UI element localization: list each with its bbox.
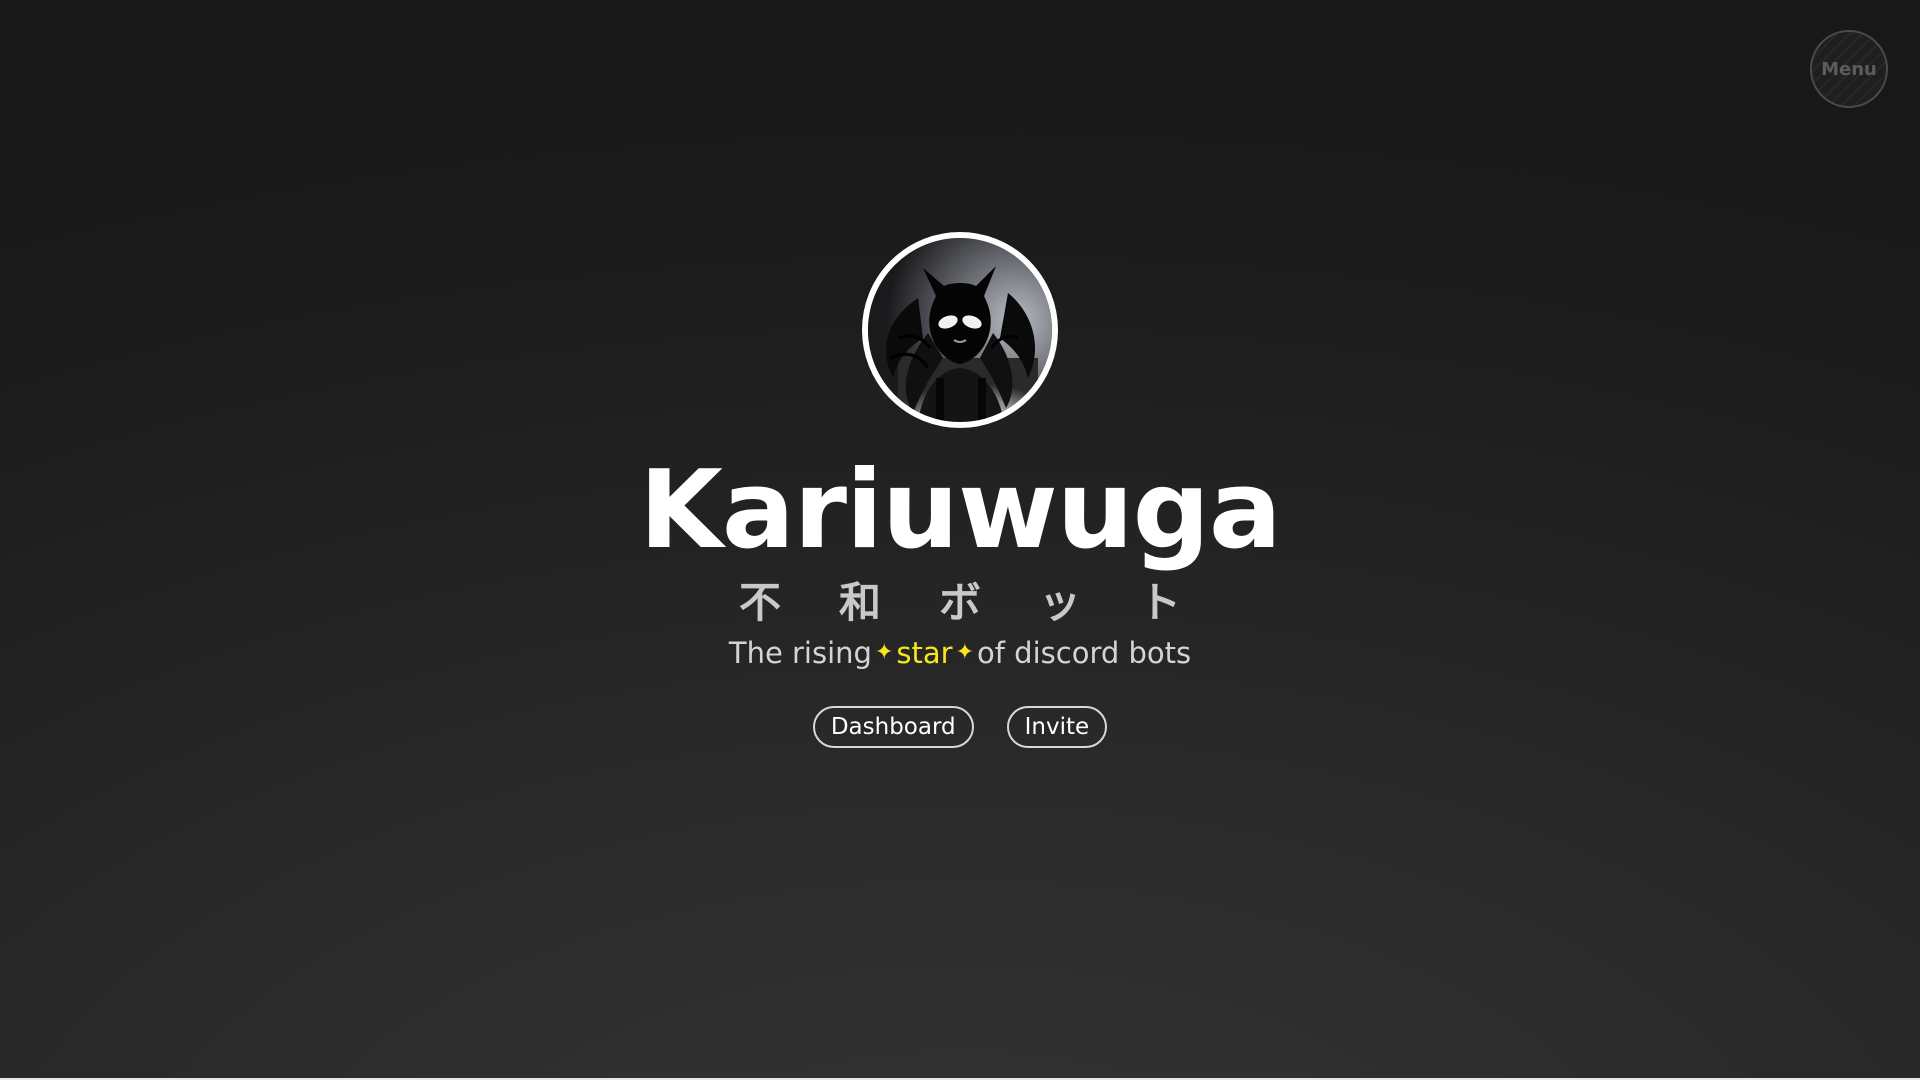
tagline-highlight: star [896,636,953,670]
japanese-subtitle: 不和ボット [738,578,1239,627]
hero-section: Kariuwuga 不和ボット The rising ✦ star ✦ of d… [0,232,1920,748]
invite-button[interactable]: Invite [1006,706,1108,748]
tagline-prefix: The rising [728,636,872,670]
avatar [862,232,1058,428]
sparkle-icon: ✦ [955,640,975,665]
menu-label: Menu [1821,58,1877,80]
page-title: Kariuwuga [639,448,1282,573]
tagline: The rising ✦ star ✦ of discord bots [729,634,1191,672]
menu-button[interactable]: Menu [1810,30,1888,108]
dashboard-button[interactable]: Dashboard [812,706,974,748]
action-buttons: Dashboard Invite [812,706,1108,748]
avatar-illustration-icon [868,238,1052,422]
sparkle-icon: ✦ [874,640,894,665]
tagline-suffix: of discord bots [977,636,1192,670]
